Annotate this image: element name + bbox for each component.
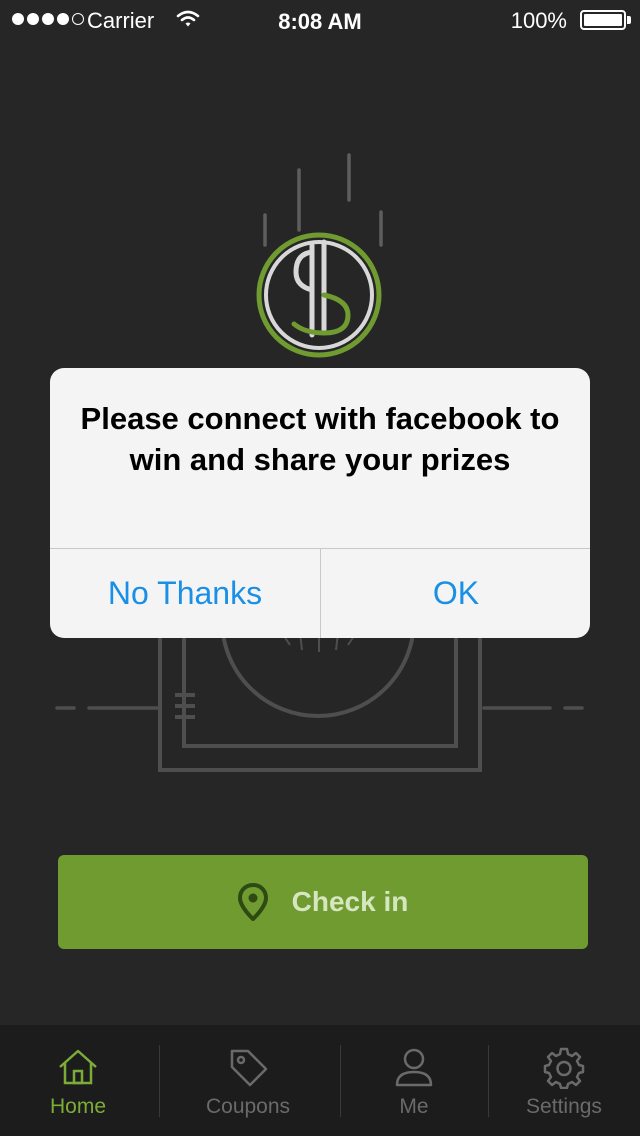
tab-separator <box>159 1045 160 1117</box>
tab-settings-label: Settings <box>526 1095 602 1118</box>
tab-home[interactable]: Home <box>38 1025 118 1136</box>
tab-bar: Home Coupons Me Settings <box>0 1025 640 1136</box>
home-icon <box>59 1049 97 1085</box>
dollar-coin-icon <box>256 232 382 358</box>
battery-tip <box>627 16 631 24</box>
tab-home-label: Home <box>49 1095 107 1118</box>
alert-message: Please connect with facebook to win and … <box>80 401 560 477</box>
tag-icon <box>230 1049 268 1087</box>
no-thanks-button[interactable]: No Thanks <box>50 549 320 638</box>
tab-settings[interactable]: Settings <box>514 1025 614 1136</box>
map-pin-icon <box>237 883 268 921</box>
battery-icon <box>580 10 626 30</box>
user-icon <box>395 1048 433 1087</box>
facebook-connect-alert: Please connect with facebook to win and … <box>50 368 590 638</box>
tab-coupons[interactable]: Coupons <box>198 1025 298 1136</box>
check-in-label: Check in <box>291 886 409 917</box>
status-bar: Carrier 8:08 AM 100% <box>0 0 640 40</box>
tab-separator <box>488 1045 489 1117</box>
tab-me[interactable]: Me <box>374 1025 454 1136</box>
gear-icon <box>543 1047 585 1089</box>
battery-percentage: 100% <box>510 8 567 33</box>
tab-separator <box>340 1045 341 1117</box>
ok-button[interactable]: OK <box>321 549 590 638</box>
tab-me-label: Me <box>399 1095 429 1118</box>
tab-coupons-label: Coupons <box>205 1095 291 1118</box>
check-in-button[interactable]: Check in <box>58 855 588 949</box>
